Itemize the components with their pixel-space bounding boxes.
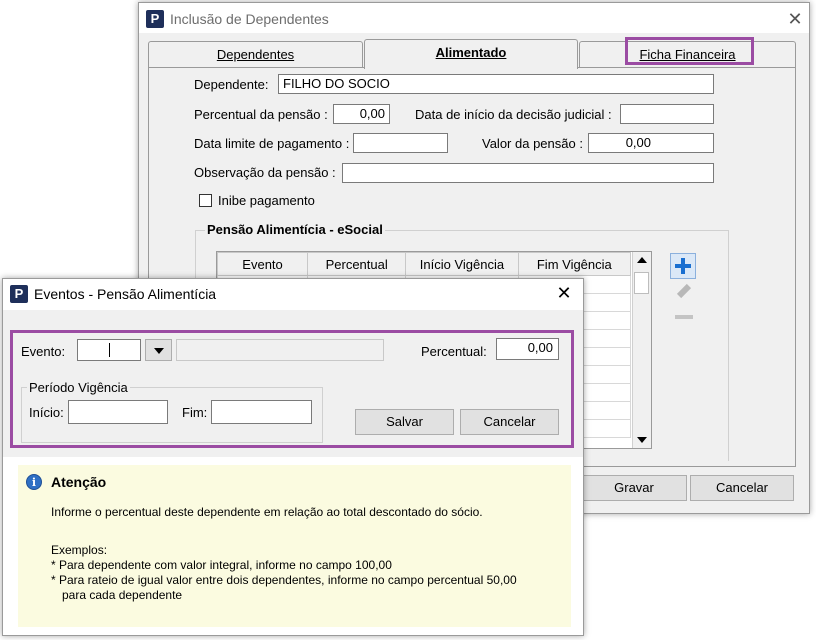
- grid-header-percentual[interactable]: Percentual: [307, 252, 407, 276]
- eventos-close-icon[interactable]: ✕: [554, 284, 574, 304]
- dependentes-titlebar: P Inclusão de Dependentes ✕: [139, 3, 809, 33]
- percentual-pensao-label: Percentual da pensão :: [194, 107, 328, 122]
- data-inicio-field[interactable]: [620, 104, 714, 124]
- cancelar-button[interactable]: Cancelar: [690, 475, 794, 501]
- data-limite-label: Data limite de pagamento :: [194, 136, 350, 151]
- attention-panel: i Atenção Informe o percentual deste dep…: [18, 465, 571, 627]
- inibe-pagamento-checkbox[interactable]: [199, 194, 212, 207]
- observacao-label: Observação da pensão :: [194, 165, 336, 180]
- eventos-percentual-label: Percentual:: [421, 344, 487, 359]
- inicio-field[interactable]: [68, 400, 168, 424]
- eventos-window-title: Eventos - Pensão Alimentícia: [34, 286, 217, 302]
- tab-alimentado[interactable]: Alimentado: [364, 39, 578, 69]
- eventos-window: P Eventos - Pensão Alimentícia ✕ Evento:…: [2, 278, 584, 636]
- fim-field[interactable]: [211, 400, 312, 424]
- fim-label: Fim:: [182, 405, 208, 420]
- eventos-cancelar-button[interactable]: Cancelar: [460, 409, 559, 435]
- attention-title: Atenção: [51, 474, 107, 490]
- evento-dropdown-button[interactable]: [145, 339, 172, 361]
- tab-dependentes[interactable]: Dependentes: [148, 41, 363, 67]
- ficha-financeira-highlight: [625, 37, 754, 65]
- app-logo-icon: P: [146, 10, 164, 28]
- dependente-label: Dependente:: [194, 77, 269, 92]
- exemplos-label: Exemplos:: [51, 543, 108, 557]
- inibe-pagamento-label: Inibe pagamento: [218, 193, 315, 208]
- observacao-field[interactable]: [342, 163, 714, 183]
- dependentes-close-icon[interactable]: ✕: [785, 10, 805, 30]
- chevron-down-icon: [154, 348, 164, 354]
- grid-header-fim[interactable]: Fim Vigência: [517, 252, 632, 276]
- tab-dependentes-label: Dependentes: [216, 47, 295, 62]
- scroll-up-icon[interactable]: [637, 257, 647, 263]
- grid-scrollbar[interactable]: [632, 252, 651, 448]
- eventos-percentual-field[interactable]: 0,00: [496, 338, 559, 360]
- salvar-button[interactable]: Salvar: [355, 409, 454, 435]
- tab-alimentado-label: Alimentado: [435, 45, 507, 60]
- grid-header-evento[interactable]: Evento: [217, 252, 309, 276]
- periodo-vigencia-label: Período Vigência: [27, 380, 130, 395]
- dependentes-window-title: Inclusão de Dependentes: [170, 11, 329, 27]
- grid-header-inicio[interactable]: Início Vigência: [405, 252, 519, 276]
- evento-code-field[interactable]: [77, 339, 141, 361]
- exemplo-1: * Para dependente com valor integral, in…: [51, 558, 392, 572]
- exemplo-2: * Para rateio de igual valor entre dois …: [51, 573, 517, 587]
- evento-label: Evento:: [21, 344, 66, 359]
- exemplo-2-cont: para cada dependente: [62, 588, 183, 602]
- percentual-pensao-field[interactable]: 0,00: [333, 104, 390, 124]
- scroll-down-icon[interactable]: [637, 437, 647, 443]
- add-icon[interactable]: [670, 253, 696, 279]
- eventos-titlebar: P Eventos - Pensão Alimentícia ✕: [3, 279, 583, 309]
- data-limite-field[interactable]: [353, 133, 448, 153]
- remove-icon[interactable]: [675, 315, 693, 319]
- valor-pensao-label: Valor da pensão :: [482, 136, 583, 151]
- attention-text: Informe o percentual deste dependente em…: [51, 505, 483, 519]
- app-logo-icon: P: [10, 285, 28, 303]
- pensao-group-title: Pensão Alimentícia - eSocial: [205, 222, 385, 237]
- info-icon: i: [26, 474, 42, 490]
- edit-icon[interactable]: [675, 283, 692, 300]
- text-cursor: [109, 343, 110, 357]
- gravar-button[interactable]: Gravar: [581, 475, 687, 501]
- data-inicio-label: Data de início da decisão judicial :: [415, 107, 612, 122]
- valor-pensao-field[interactable]: 0,00: [588, 133, 714, 153]
- dependente-field[interactable]: FILHO DO SOCIO: [278, 74, 714, 94]
- scroll-thumb[interactable]: [634, 272, 649, 294]
- inicio-label: Início:: [29, 405, 64, 420]
- evento-description-field: [176, 339, 384, 361]
